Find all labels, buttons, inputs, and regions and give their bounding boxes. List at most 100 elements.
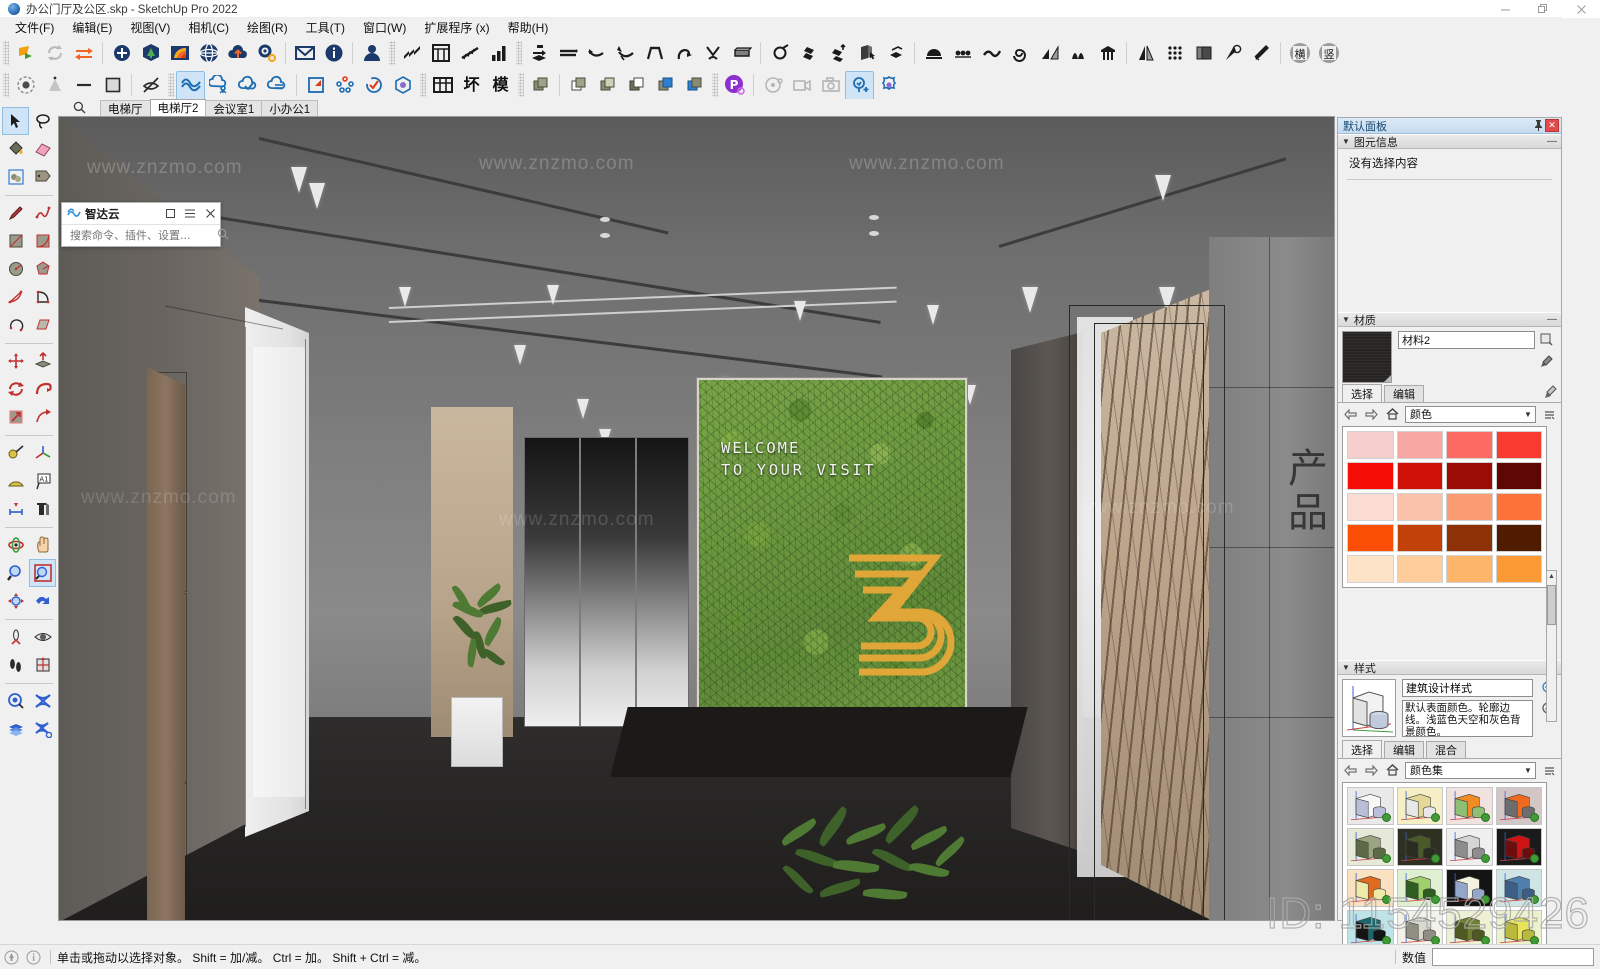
style-thumbnail[interactable]	[1396, 828, 1443, 866]
3d-text-tool[interactable]	[29, 495, 56, 523]
mirror-icon[interactable]	[1131, 39, 1160, 68]
style-thumbnail[interactable]	[1396, 869, 1443, 907]
style-thumbnail[interactable]	[1347, 828, 1394, 866]
enscape-upload-icon[interactable]	[234, 71, 263, 100]
menu-edit[interactable]: 编辑(E)	[63, 19, 121, 37]
slab-icon[interactable]	[727, 39, 756, 68]
menu-view[interactable]: 视图(V)	[121, 19, 179, 37]
search-input[interactable]	[68, 228, 217, 243]
toolbar-grip[interactable]	[3, 73, 9, 97]
hamburger-icon[interactable]	[180, 203, 200, 224]
add-location-icon[interactable]	[107, 39, 136, 68]
tag-tool[interactable]	[29, 163, 56, 191]
style-tab-mix[interactable]: 混合	[1426, 741, 1466, 758]
model-badge-icon[interactable]: 横	[1285, 39, 1314, 68]
zoom-tool[interactable]	[2, 559, 29, 587]
zoom-window-tool[interactable]	[29, 559, 56, 587]
arrow-left-icon[interactable]	[1342, 762, 1358, 778]
section-plane-tool[interactable]	[29, 651, 56, 679]
line-style-icon[interactable]	[69, 71, 98, 100]
toolbar-grip[interactable]	[389, 41, 395, 65]
scale-tool[interactable]	[2, 403, 29, 431]
minimize-icon[interactable]	[1486, 0, 1524, 18]
freehand-tool[interactable]	[29, 199, 56, 227]
tape-measure-tool[interactable]	[2, 439, 29, 467]
asset-library-icon[interactable]	[388, 71, 417, 100]
eyedropper-icon[interactable]	[1544, 385, 1557, 402]
styles-header[interactable]: ▼ 样式 —	[1338, 660, 1561, 675]
color-swatch[interactable]	[1446, 493, 1493, 521]
orbit-tool[interactable]	[2, 531, 29, 559]
material-scrollbar[interactable]: ▲	[1546, 570, 1557, 722]
axes-tool[interactable]	[29, 439, 56, 467]
dimension-tool[interactable]	[2, 495, 29, 523]
menu-camera[interactable]: 相机(C)	[179, 19, 238, 37]
animate-icon[interactable]	[758, 71, 787, 100]
two-point-arc-tool[interactable]	[2, 311, 29, 339]
style-thumbnail[interactable]	[1396, 787, 1443, 825]
component-blue2-icon[interactable]	[680, 71, 709, 100]
globe-icon[interactable]	[194, 39, 223, 68]
close-icon[interactable]: ✕	[1545, 118, 1559, 132]
triangle-down-icon[interactable]: ▼	[1342, 663, 1350, 672]
offset-tool[interactable]	[29, 403, 56, 431]
toolbar-grip[interactable]	[518, 73, 524, 97]
layers-icon[interactable]	[2, 715, 29, 743]
zoom-extents-tool[interactable]	[2, 587, 29, 615]
intersect-icon[interactable]	[29, 687, 56, 715]
color-swatch[interactable]	[1347, 524, 1394, 552]
material-tab-select[interactable]: 选择	[1342, 384, 1382, 402]
settings-icon[interactable]	[252, 39, 281, 68]
wave-tool-icon[interactable]	[977, 39, 1006, 68]
entity-info-header[interactable]: ▼ 图元信息 —	[1338, 134, 1561, 149]
video-export-icon[interactable]	[787, 71, 816, 100]
toolbar-grip[interactable]	[168, 73, 174, 97]
railing-tool-icon[interactable]	[455, 39, 484, 68]
sync-icon[interactable]	[40, 39, 69, 68]
materials-header[interactable]: ▼ 材质 —	[1338, 312, 1561, 327]
style-thumbnail[interactable]	[1495, 787, 1542, 825]
solid-tools-icon[interactable]	[2, 687, 29, 715]
hide-icon[interactable]	[136, 71, 165, 100]
color-swatch[interactable]	[1396, 462, 1443, 490]
tree-icon[interactable]	[136, 39, 165, 68]
transfer-icon[interactable]	[69, 39, 98, 68]
paint-bucket-tool[interactable]	[2, 135, 29, 163]
shadow-settings-icon[interactable]	[11, 71, 40, 100]
scene-tab-1[interactable]: 电梯厅2	[149, 99, 207, 116]
component-blue-icon[interactable]	[651, 71, 680, 100]
color-swatch[interactable]	[1347, 431, 1394, 459]
restore-icon[interactable]	[1524, 0, 1562, 18]
toolbar-grip[interactable]	[712, 73, 718, 97]
home-icon[interactable]	[1384, 762, 1400, 778]
create-material-icon[interactable]	[1540, 333, 1553, 349]
search-icon[interactable]	[217, 228, 229, 243]
face-tools-icon[interactable]	[823, 39, 852, 68]
flatten-icon[interactable]	[881, 39, 910, 68]
color-swatch[interactable]	[1396, 493, 1443, 521]
color-swatch[interactable]	[1396, 524, 1443, 552]
style-thumbnail[interactable]	[1495, 828, 1542, 866]
window-tool-icon[interactable]	[426, 39, 455, 68]
eraser-tool[interactable]	[29, 135, 56, 163]
component-icon[interactable]	[526, 71, 555, 100]
close-icon[interactable]	[1562, 0, 1600, 18]
protractor-tool[interactable]	[2, 467, 29, 495]
style-library-select[interactable]: 颜色集 ▼	[1405, 761, 1536, 779]
vcb-input[interactable]	[1432, 948, 1594, 966]
arrow-up-icon[interactable]: ▲	[1547, 571, 1556, 582]
scene-tab-0[interactable]: 电梯厅	[100, 100, 151, 116]
color-swatch[interactable]	[1396, 431, 1443, 459]
color-swatch[interactable]	[1446, 524, 1493, 552]
style-preview-thumb[interactable]	[1342, 679, 1396, 737]
style-thumbnail[interactable]	[1446, 869, 1493, 907]
move-tool[interactable]	[2, 347, 29, 375]
joint-push-pull-icon[interactable]	[524, 39, 553, 68]
color-swatch[interactable]	[1446, 462, 1493, 490]
cleanup-icon[interactable]	[1247, 39, 1276, 68]
color-swatch[interactable]	[1347, 493, 1394, 521]
scrollbar-thumb[interactable]	[1547, 585, 1556, 625]
polygon-tool[interactable]	[29, 255, 56, 283]
tool-badge-icon[interactable]: 竖	[1314, 39, 1343, 68]
component-tool[interactable]	[2, 163, 29, 191]
